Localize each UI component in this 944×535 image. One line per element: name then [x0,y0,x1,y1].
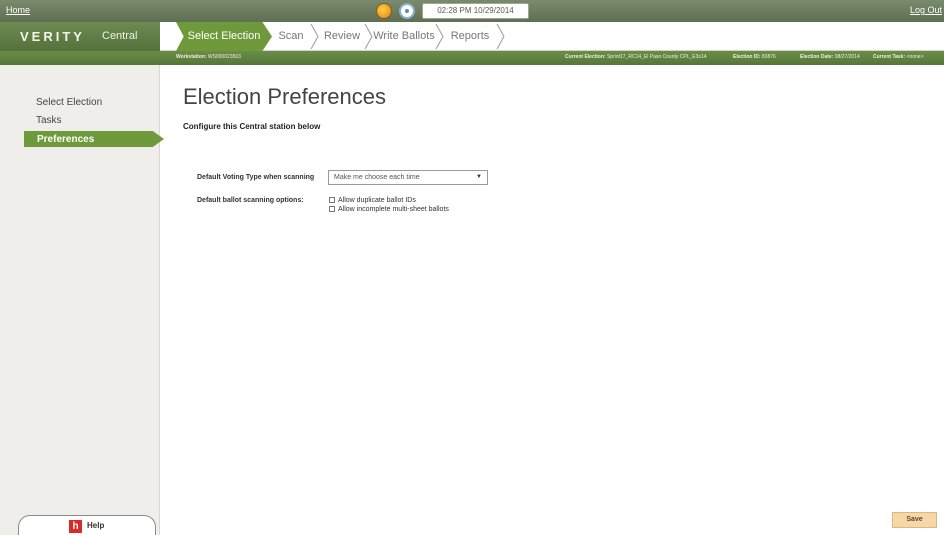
chevron-right-icon [496,22,506,51]
option-label: Allow duplicate ballot IDs [338,197,416,204]
step-review[interactable]: Review [318,22,366,51]
checkbox[interactable] [329,197,335,203]
home-link[interactable]: Home [6,5,30,15]
help-button-label: Help [87,521,105,530]
step-scan[interactable]: Scan [272,22,310,51]
page-title: Election Preferences [183,84,386,109]
option-label: Allow incomplete multi-sheet ballots [338,206,449,213]
help-button[interactable]: h Help [18,515,156,535]
scan-options-label: Default ballot scanning options: [197,197,304,204]
checkbox[interactable] [329,206,335,212]
voting-type-selected-value: Make me choose each time [334,174,420,181]
election-info-strip: Workstation: WS000023503 Current Electio… [0,51,944,65]
logout-link[interactable]: Log Out [910,5,942,15]
warning-status-icon[interactable] [376,3,392,19]
sidebar-item-select-election[interactable]: Select Election [36,97,102,108]
top-bar: Home 02:28 PM 10/29/2014 Log Out [0,0,944,22]
option-allow-duplicate-ballot-ids[interactable]: Allow duplicate ballot IDs [329,197,416,204]
step-write-ballots[interactable]: Write Ballots [372,22,436,51]
workstation-info: Workstation: WS000023503 [176,54,241,60]
step-navigation-bar: VERITY Central Select Election Scan Revi… [0,22,944,51]
sidebar-item-preferences-label: Preferences [37,134,95,145]
current-election-info: Current Election: Sprint17_RC14_El Paso … [565,54,707,60]
dropdown-arrow-icon: ▼ [476,174,482,180]
current-task-info: Current Task: <none> [873,54,924,60]
help-icon: h [69,520,82,533]
logo-station-name: Central [102,30,138,42]
step-reports[interactable]: Reports [443,22,497,51]
step-select-election[interactable]: Select Election [176,22,272,51]
page-subtitle: Configure this Central station below [183,122,321,131]
election-date-info: Election Date: 08/27/2014 [800,54,860,60]
voting-type-select[interactable]: Make me choose each time ▼ [328,170,488,185]
logo: VERITY Central [0,22,160,51]
sidebar-item-tasks[interactable]: Tasks [36,115,62,126]
voting-type-label: Default Voting Type when scanning [197,174,315,181]
election-id-info: Election ID: 83876 [733,54,776,60]
sidebar: Select Election Tasks Preferences h Help [0,65,164,535]
option-allow-incomplete-multi-sheet[interactable]: Allow incomplete multi-sheet ballots [329,206,449,213]
save-button[interactable]: Save [892,512,937,528]
connection-status-icon[interactable] [399,3,415,19]
clock-display: 02:28 PM 10/29/2014 [422,3,529,19]
logo-product-name: VERITY [20,29,85,44]
